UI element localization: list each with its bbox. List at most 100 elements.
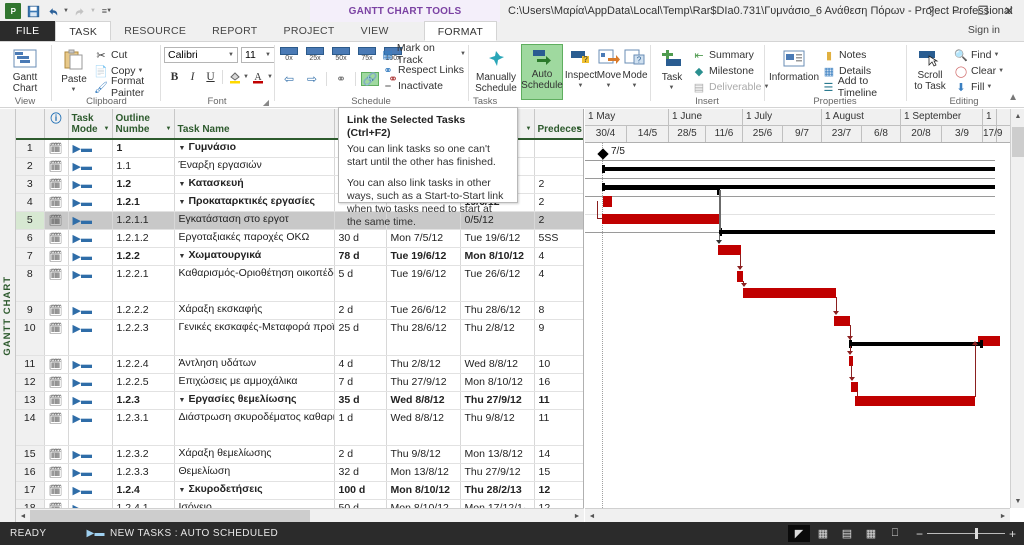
row-indicator[interactable]: 🗓 xyxy=(44,481,69,500)
row-indicator[interactable]: 🗓 xyxy=(44,229,69,248)
row-indicator[interactable]: 🗓 xyxy=(44,463,69,482)
row-task-mode[interactable]: ▶▬ xyxy=(68,463,113,482)
row-indicator[interactable]: 🗓 xyxy=(44,193,69,212)
chart-scroll-right-button[interactable]: ► xyxy=(997,510,1009,522)
grid-horizontal-scrollbar[interactable]: ◄ ► xyxy=(16,508,584,522)
row-start[interactable]: Mon 8/10/12 xyxy=(386,481,461,500)
predecessors-filter-caret-icon[interactable]: ▼ xyxy=(576,124,582,135)
row-indicator[interactable]: 🗓 xyxy=(44,175,69,194)
row-start[interactable]: Mon 7/5/12 xyxy=(386,229,461,248)
grid-hscroll-thumb[interactable] xyxy=(30,510,310,522)
table-row[interactable]: 12 🗓 ▶▬ 1.2.2.5 Επιχώσεις με αμμοχάλικα 7 d Th… xyxy=(16,373,583,392)
inspect-button[interactable]: ? Inspect ▼ xyxy=(565,46,597,92)
row-finish[interactable]: Wed 8/8/12 xyxy=(460,355,535,374)
table-row[interactable]: 8 🗓 ▶▬ 1.2.2.1 Καθαρισμός-Οριοθέτηση οικοπέδ… xyxy=(16,265,583,302)
fill-button[interactable]: ⬇ Fill ▼ xyxy=(954,79,1004,95)
row-duration[interactable]: 7 d xyxy=(334,373,387,392)
font-size-combobox[interactable]: 11 ▼ xyxy=(241,47,275,63)
zoom-track[interactable] xyxy=(926,528,1005,539)
row-finish[interactable]: Mon 8/10/12 xyxy=(460,247,535,266)
row-predecessors[interactable]: 4 xyxy=(534,247,583,266)
expander-icon[interactable]: ▼ xyxy=(179,181,186,188)
table-row[interactable]: 17 🗓 ▶▬ 1.2.4 ▼ Σκυροδετήσεις 100 d Mon 8/10/12… xyxy=(16,481,583,500)
tab-task[interactable]: TASK xyxy=(55,21,112,41)
row-task-name[interactable]: Εργοταξιακές παροχές ΟΚΩ xyxy=(174,229,335,248)
summary-bar-row7[interactable] xyxy=(720,230,995,234)
row-task-mode[interactable]: ▶▬ xyxy=(68,301,113,320)
help-icon[interactable]: ? xyxy=(918,0,944,22)
row-task-mode[interactable]: ▶▬ xyxy=(68,211,113,230)
pct-75-button[interactable]: 75x xyxy=(356,47,378,63)
font-color-button[interactable]: A xyxy=(250,69,267,85)
row-task-mode[interactable]: ▶▬ xyxy=(68,373,113,392)
format-painter-button[interactable]: 🖌 Format Painter xyxy=(94,75,159,99)
paste-button[interactable]: Paste ▼ xyxy=(58,46,90,96)
scroll-to-task-button[interactable]: Scroll to Task xyxy=(910,46,950,92)
row-indicator[interactable]: 🗓 xyxy=(44,265,69,302)
font-name-combobox[interactable]: Calibri ▼ xyxy=(164,47,238,63)
row-task-mode[interactable]: ▶▬ xyxy=(68,193,113,212)
row-task-mode[interactable]: ▶▬ xyxy=(68,265,113,302)
milestone-marker-row2[interactable] xyxy=(597,148,609,160)
row-start[interactable]: Thu 2/8/12 xyxy=(386,355,461,374)
scroll-up-button[interactable]: ▲ xyxy=(1012,109,1024,123)
row-finish[interactable]: Mon 8/10/12 xyxy=(460,373,535,392)
row-task-name[interactable]: ▼ Σκυροδετήσεις xyxy=(174,481,335,500)
row-start[interactable]: Thu 27/9/12 xyxy=(386,373,461,392)
mark-on-track-caret-icon[interactable]: ▼ xyxy=(460,51,466,57)
task-bar-row10[interactable] xyxy=(743,288,836,298)
expander-icon[interactable]: ▼ xyxy=(179,145,186,152)
row-indicator[interactable]: 🗓 xyxy=(44,211,69,230)
fill-color-button[interactable] xyxy=(226,69,243,85)
row-task-name[interactable]: ▼ Γυμνάσιο xyxy=(174,139,335,158)
restore-icon[interactable]: ❐ xyxy=(970,0,996,22)
undo-dropdown-caret-icon[interactable]: ▼ xyxy=(63,8,69,14)
vertical-scrollbar[interactable]: ▲ ▼ xyxy=(1010,109,1024,508)
row-predecessors[interactable]: 2 xyxy=(534,211,583,230)
gantt-chart-pane[interactable]: 1 May 1 June 1 July 1 August 1 September… xyxy=(585,109,1010,522)
row-task-mode[interactable]: ▶▬ xyxy=(68,157,113,176)
table-row[interactable]: 13 🗓 ▶▬ 1.2.3 ▼ Εργασίες θεμελίωσης 35 d Wed 8/… xyxy=(16,391,583,410)
row-predecessors[interactable]: 2 xyxy=(534,175,583,194)
row-start[interactable]: Wed 8/8/12 xyxy=(386,391,461,410)
row-duration[interactable]: 2 d xyxy=(334,445,387,464)
vertical-scroll-thumb[interactable] xyxy=(1012,127,1024,157)
row-task-name[interactable]: Θεμελίωση xyxy=(174,463,335,482)
copy-dropdown-caret-icon[interactable]: ▼ xyxy=(138,68,144,74)
reports-view-button[interactable]: ⎕ xyxy=(884,525,906,542)
task-usage-view-button[interactable]: ▦ xyxy=(812,525,834,542)
row-duration[interactable]: 5 d xyxy=(334,265,387,302)
row-task-name[interactable]: ▼ Χωματουργικά xyxy=(174,247,335,266)
row-finish[interactable]: Mon 13/8/12 xyxy=(460,445,535,464)
row-start[interactable]: Thu 9/8/12 xyxy=(386,445,461,464)
row-finish[interactable]: Thu 28/2/13 xyxy=(460,481,535,500)
row-duration[interactable]: 1 d xyxy=(334,409,387,446)
row-indicator[interactable]: 🗓 xyxy=(44,247,69,266)
table-row[interactable]: 7 🗓 ▶▬ 1.2.2 ▼ Χωματουργικά 78 d Tue 19/6/12 Mon… xyxy=(16,247,583,266)
row-predecessors[interactable]: 16 xyxy=(534,373,583,392)
chart-horizontal-scrollbar[interactable]: ◄ ► xyxy=(585,508,1010,522)
row-duration[interactable]: 2 d xyxy=(334,301,387,320)
notes-button[interactable]: ▮ Notes xyxy=(822,47,904,63)
task-bar-row16[interactable] xyxy=(855,396,975,406)
table-row[interactable]: 11 🗓 ▶▬ 1.2.2.4 Άντληση υδάτων 4 d Thu 2/8/12 W… xyxy=(16,355,583,374)
gantt-chart-button[interactable]: Gantt Chart xyxy=(0,46,50,94)
outdent-task-icon[interactable]: ⇦ xyxy=(280,72,298,86)
row-indicator[interactable]: 🗓 xyxy=(44,409,69,446)
row-task-name[interactable]: Χάραξη θεμελίωσης xyxy=(174,445,335,464)
font-dialog-launcher-icon[interactable]: ◢ xyxy=(263,98,269,107)
table-row[interactable]: 10 🗓 ▶▬ 1.2.2.3 Γενικές εκσκαφές-Μεταφορά πρ… xyxy=(16,319,583,356)
add-to-timeline-button[interactable]: ☰ Add to Timeline xyxy=(822,75,904,99)
team-planner-view-button[interactable]: ▤ xyxy=(836,525,858,542)
mark-on-track-button[interactable]: ▦ Mark on Track ▼ xyxy=(381,42,466,66)
customize-qat-icon[interactable]: ≡ ▼ xyxy=(98,2,116,20)
row-start[interactable]: Mon 13/8/12 xyxy=(386,463,461,482)
row-finish[interactable]: Tue 19/6/12 xyxy=(460,229,535,248)
scroll-down-button[interactable]: ▼ xyxy=(1012,494,1024,508)
column-header-indicators[interactable]: ⓘ xyxy=(44,109,69,140)
row-indicator[interactable]: 🗓 xyxy=(44,355,69,374)
row-finish[interactable]: Thu 2/8/12 xyxy=(460,319,535,356)
scroll-left-button[interactable]: ◄ xyxy=(17,510,29,522)
tab-file[interactable]: FILE xyxy=(0,21,56,41)
row-predecessors[interactable] xyxy=(534,139,583,158)
